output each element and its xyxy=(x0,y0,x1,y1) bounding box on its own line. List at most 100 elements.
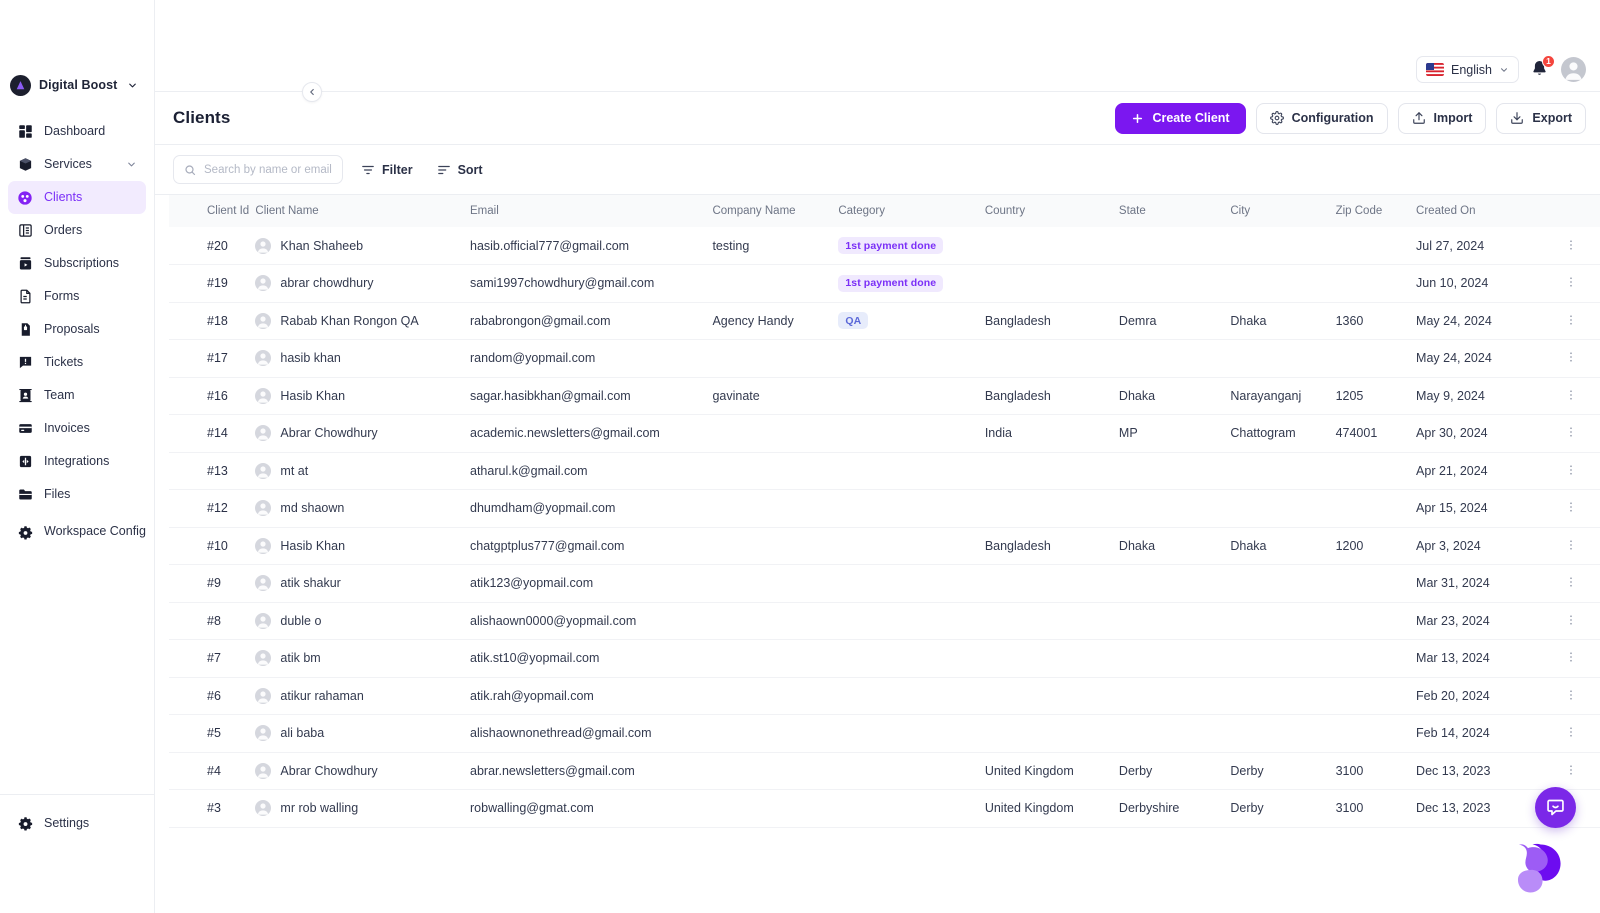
sidebar-item-subscriptions[interactable]: Subscriptions xyxy=(8,247,146,280)
cell-zip-code xyxy=(1328,565,1408,603)
table-row[interactable]: #20Khan Shaheebhasib.official777@gmail.c… xyxy=(169,227,1600,265)
status-badge: 1st payment done xyxy=(838,237,943,254)
import-button[interactable]: Import xyxy=(1398,103,1487,134)
kebab-menu-icon[interactable] xyxy=(1550,538,1592,554)
table-row[interactable]: #6atikur rahamanatik.rah@yopmail.comFeb … xyxy=(169,677,1600,715)
export-button[interactable]: Export xyxy=(1496,103,1586,134)
search-input[interactable] xyxy=(204,164,332,176)
sidebar-item-workspace-config[interactable]: Workspace Config xyxy=(8,511,146,553)
chevron-down-icon[interactable] xyxy=(1499,65,1509,75)
column-header-city[interactable]: City xyxy=(1222,195,1327,227)
table-row[interactable]: #18Rabab Khan Rongon QArababrongon@gmail… xyxy=(169,302,1600,340)
table-row[interactable]: #7atik bmatik.st10@yopmail.comMar 13, 20… xyxy=(169,640,1600,678)
cell-state xyxy=(1111,565,1222,603)
table-row[interactable]: #14Abrar Chowdhuryacademic.newsletters@g… xyxy=(169,415,1600,453)
column-header-zip-code[interactable]: Zip Code xyxy=(1328,195,1408,227)
table-row[interactable]: #16Hasib Khansagar.hasibkhan@gmail.comga… xyxy=(169,377,1600,415)
sidebar-item-integrations[interactable]: Integrations xyxy=(8,445,146,478)
cell-company-name xyxy=(704,602,830,640)
cell-created-on: Dec 13, 2023 xyxy=(1408,752,1542,790)
table-row[interactable]: #8duble oalishaown0000@yopmail.comMar 23… xyxy=(169,602,1600,640)
kebab-menu-icon[interactable] xyxy=(1550,688,1592,704)
cell-city xyxy=(1222,565,1327,603)
sidebar-collapse-button[interactable] xyxy=(302,82,322,102)
integrations-icon xyxy=(17,454,33,470)
kebab-menu-icon[interactable] xyxy=(1550,763,1592,779)
cell-company-name xyxy=(704,340,830,378)
sidebar-item-invoices[interactable]: Invoices xyxy=(8,412,146,445)
sidebar-item-settings[interactable]: Settings xyxy=(8,807,146,840)
language-selector[interactable]: English xyxy=(1416,56,1519,83)
kebab-menu-icon[interactable] xyxy=(1550,725,1592,741)
sort-button[interactable]: Sort xyxy=(431,159,489,181)
column-header-created-on[interactable]: Created On xyxy=(1408,195,1542,227)
sidebar-item-orders[interactable]: Orders xyxy=(8,214,146,247)
cell-client-name: Hasib Khan xyxy=(247,377,462,415)
main-content: English 1 Clients xyxy=(155,0,1600,913)
sidebar-item-team[interactable]: Team xyxy=(8,379,146,412)
subscriptions-icon xyxy=(17,256,33,272)
upload-icon xyxy=(1412,111,1426,125)
column-header-client-name[interactable]: Client Name xyxy=(247,195,462,227)
sidebar-item-tickets[interactable]: Tickets xyxy=(8,346,146,379)
kebab-menu-icon[interactable] xyxy=(1550,575,1592,591)
cell-city xyxy=(1222,602,1327,640)
filter-button[interactable]: Filter xyxy=(355,159,419,181)
sidebar-item-services[interactable]: Services xyxy=(8,148,146,181)
column-header-country[interactable]: Country xyxy=(977,195,1111,227)
kebab-menu-icon[interactable] xyxy=(1550,238,1592,254)
sidebar-item-dashboard[interactable]: Dashboard xyxy=(8,115,146,148)
table-row[interactable]: #12md shaowndhumdham@yopmail.comApr 15, … xyxy=(169,490,1600,528)
search-box[interactable] xyxy=(173,155,343,184)
topbar: English 1 xyxy=(155,0,1600,92)
configuration-button[interactable]: Configuration xyxy=(1256,103,1388,134)
cell-city xyxy=(1222,265,1327,303)
brand-switcher[interactable]: Digital Boost xyxy=(0,68,154,102)
client-name-label: Hasib Khan xyxy=(280,539,345,553)
kebab-menu-icon[interactable] xyxy=(1550,500,1592,516)
kebab-menu-icon[interactable] xyxy=(1550,313,1592,329)
cell-category xyxy=(830,677,977,715)
table-row[interactable]: #4Abrar Chowdhuryabrar.newsletters@gmail… xyxy=(169,752,1600,790)
kebab-menu-icon[interactable] xyxy=(1550,463,1592,479)
cell-actions xyxy=(1542,640,1600,678)
kebab-menu-icon[interactable] xyxy=(1550,275,1592,291)
cell-client-id: #4 xyxy=(169,752,247,790)
table-row[interactable]: #5ali babaalishaownonethread@gmail.comFe… xyxy=(169,715,1600,753)
cell-state xyxy=(1111,452,1222,490)
table-row[interactable]: #9atik shakuratik123@yopmail.comMar 31, … xyxy=(169,565,1600,603)
table-row[interactable]: #19abrar chowdhurysami1997chowdhury@gmai… xyxy=(169,265,1600,303)
kebab-menu-icon[interactable] xyxy=(1550,350,1592,366)
kebab-menu-icon[interactable] xyxy=(1550,613,1592,629)
notifications-button[interactable]: 1 xyxy=(1530,59,1550,81)
sidebar-item-files[interactable]: Files xyxy=(8,478,146,511)
kebab-menu-icon[interactable] xyxy=(1550,388,1592,404)
cell-state: Derby xyxy=(1111,752,1222,790)
chevron-down-icon[interactable] xyxy=(126,159,137,170)
kebab-menu-icon[interactable] xyxy=(1550,650,1592,666)
avatar xyxy=(255,275,271,291)
sidebar-item-clients[interactable]: Clients xyxy=(8,181,146,214)
cell-client-name: duble o xyxy=(247,602,462,640)
cell-client-name: atik shakur xyxy=(247,565,462,603)
chat-widget-button[interactable] xyxy=(1535,787,1576,828)
clients-table: Client Id Client Name Email Company Name… xyxy=(169,195,1600,828)
proposals-icon xyxy=(17,322,33,338)
user-avatar[interactable] xyxy=(1561,57,1586,82)
table-row[interactable]: #13mt atatharul.k@gmail.comApr 21, 2024 xyxy=(169,452,1600,490)
column-header-client-id[interactable]: Client Id xyxy=(169,195,247,227)
create-client-button[interactable]: Create Client xyxy=(1115,103,1245,134)
table-row[interactable]: #3mr rob wallingrobwalling@gmat.comUnite… xyxy=(169,790,1600,828)
column-header-state[interactable]: State xyxy=(1111,195,1222,227)
sidebar-item-proposals[interactable]: Proposals xyxy=(8,313,146,346)
kebab-menu-icon[interactable] xyxy=(1550,425,1592,441)
cell-category xyxy=(830,752,977,790)
table-row[interactable]: #17hasib khanrandom@yopmail.comMay 24, 2… xyxy=(169,340,1600,378)
column-header-email[interactable]: Email xyxy=(462,195,704,227)
sidebar-item-forms[interactable]: Forms xyxy=(8,280,146,313)
chevron-down-icon[interactable] xyxy=(127,80,138,91)
cell-category: QA xyxy=(830,302,977,340)
column-header-company-name[interactable]: Company Name xyxy=(704,195,830,227)
table-row[interactable]: #10Hasib Khanchatgptplus777@gmail.comBan… xyxy=(169,527,1600,565)
column-header-category[interactable]: Category xyxy=(830,195,977,227)
